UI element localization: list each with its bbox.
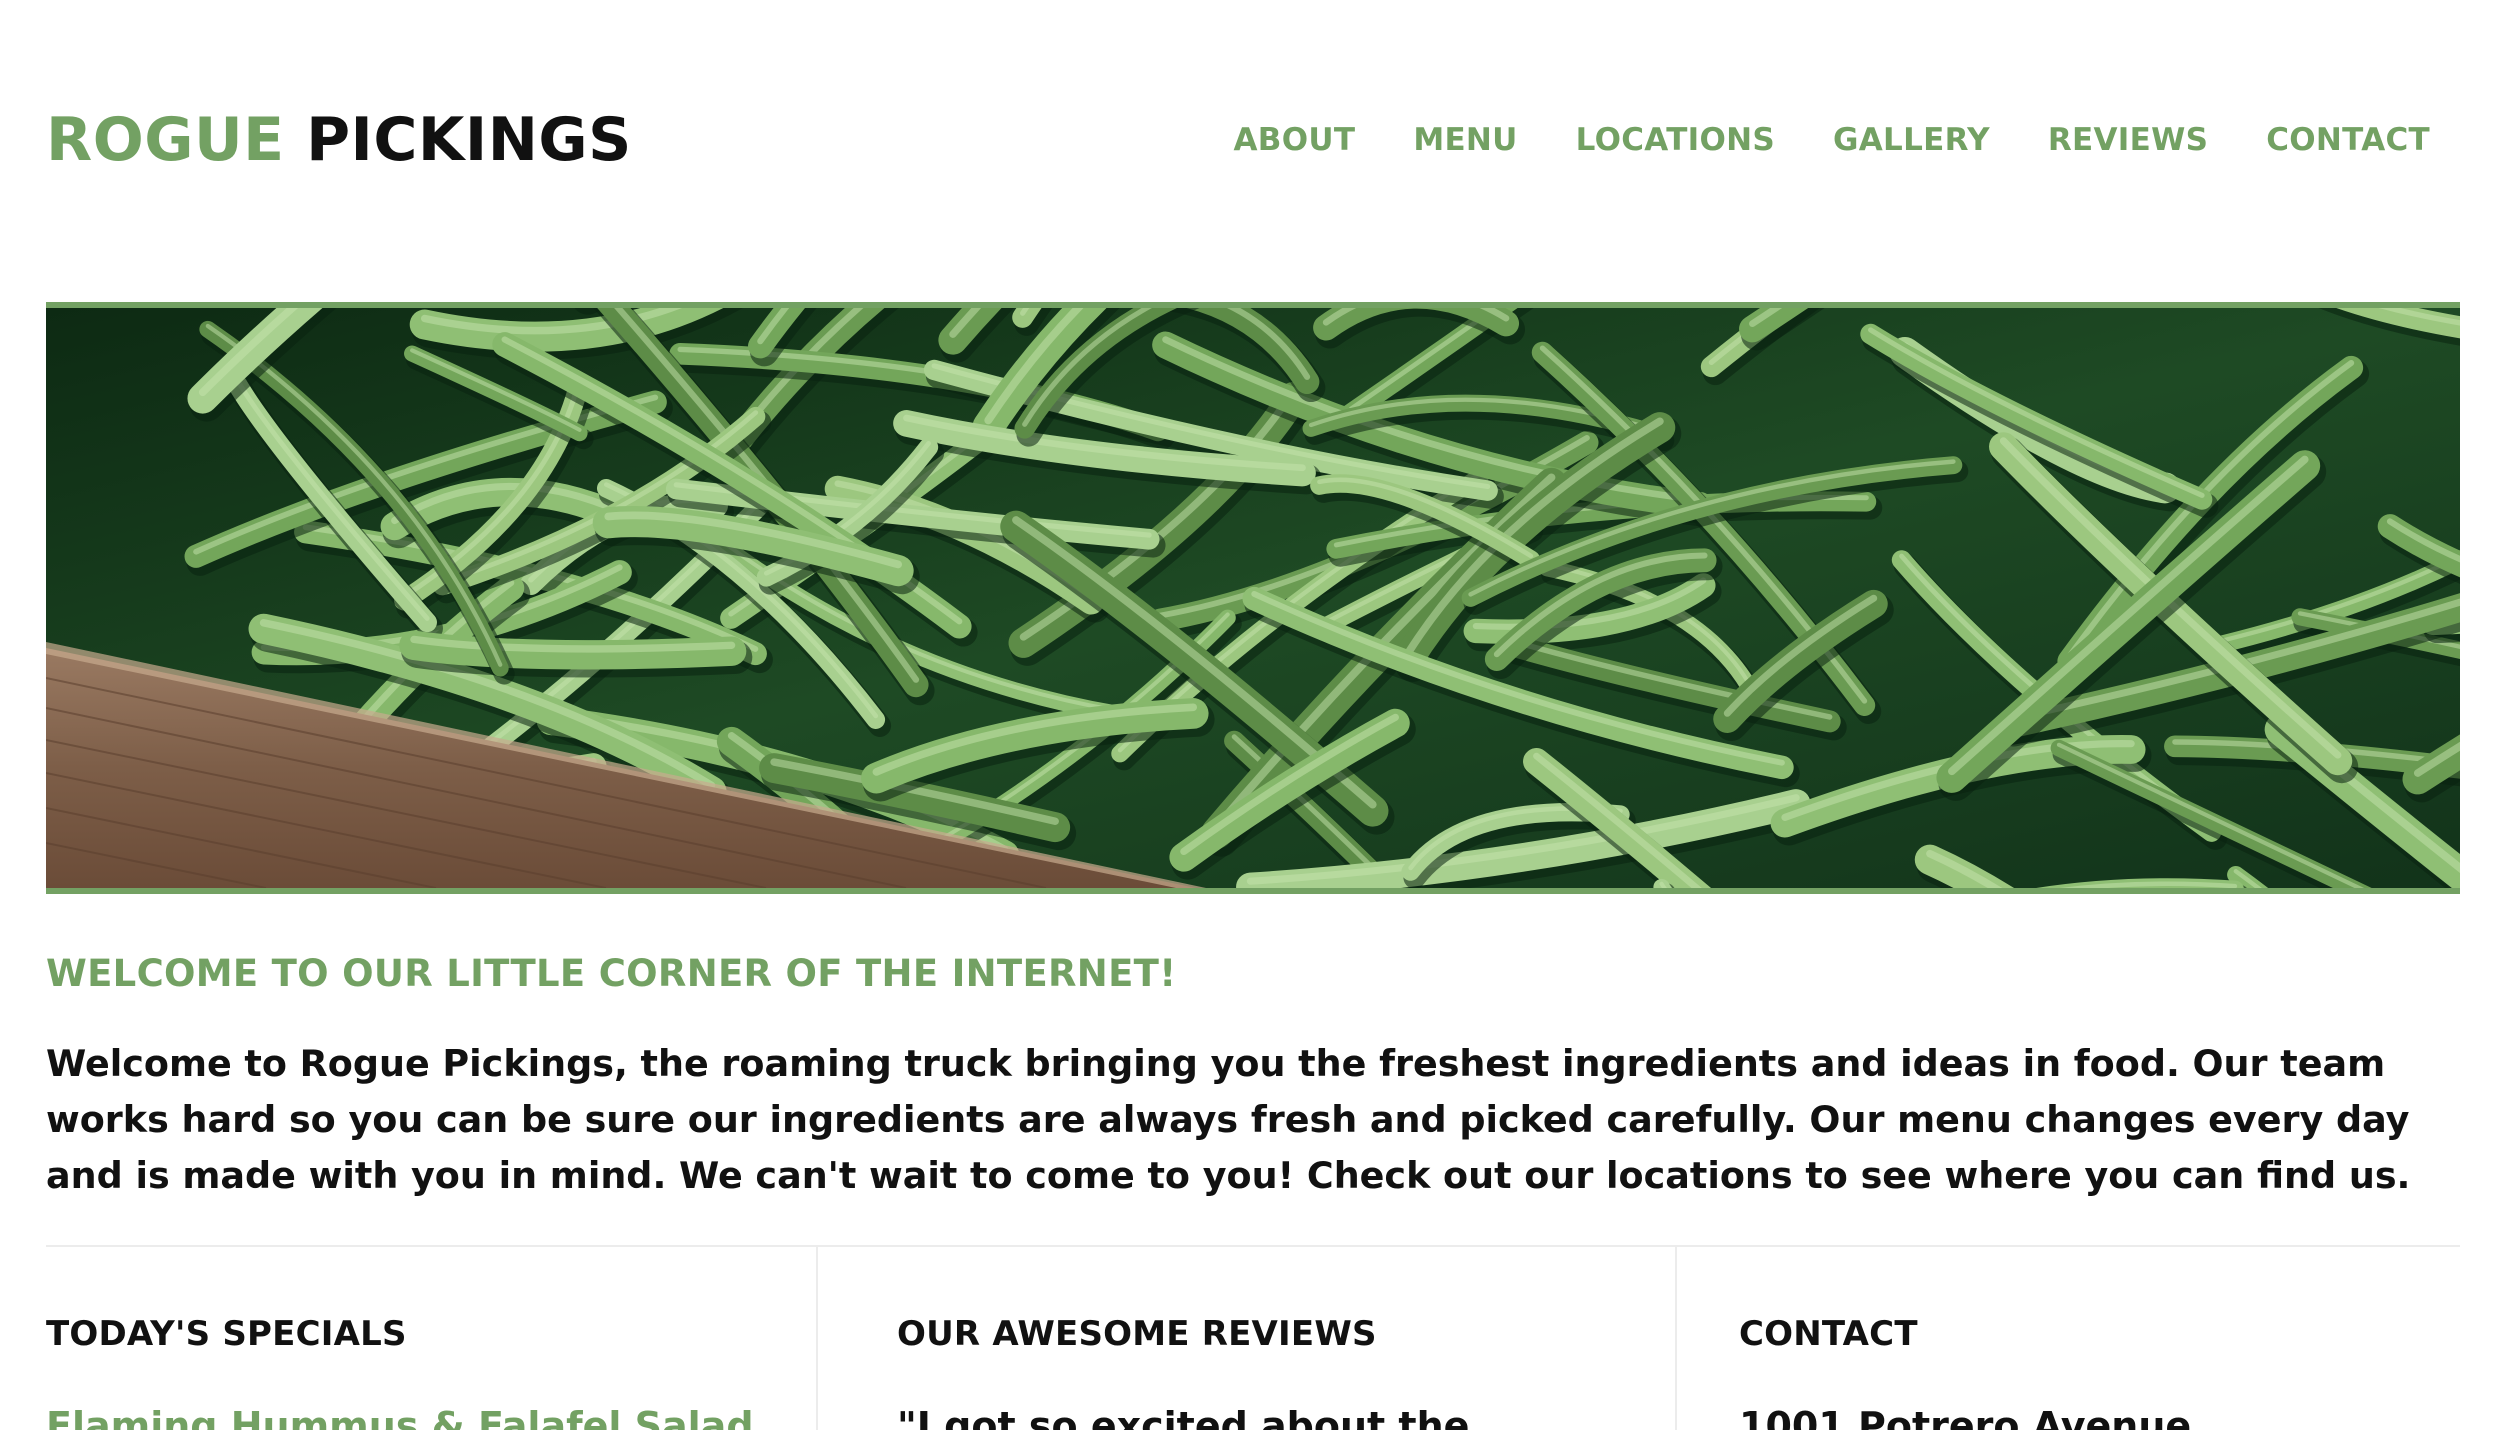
reviews-title: OUR AWESOME REVIEWS [897,1314,1377,1354]
site-header: ROGUE PICKINGS ABOUT MENU LOCATIONS GALL… [46,100,2448,180]
nav-link-reviews[interactable]: REVIEWS [2048,122,2208,158]
column-divider-1 [816,1247,818,1430]
nav-link-gallery[interactable]: GALLERY [1833,122,1990,158]
nav-link-menu[interactable]: MENU [1413,122,1517,158]
nav-link-about[interactable]: ABOUT [1234,122,1356,158]
contact-title: CONTACT [1739,1314,1918,1354]
hero-banner [46,302,2460,894]
green-beans-photo [46,308,2460,888]
specials-list: Flaming Hummus & Falafel Salad [46,1404,754,1430]
contact-address: 1001 Potrero Avenue [1739,1404,2192,1430]
section-divider [46,1245,2460,1247]
column-divider-2 [1675,1247,1677,1430]
nav-link-contact[interactable]: CONTACT [2266,122,2430,158]
site-logo[interactable]: ROGUE PICKINGS [46,110,632,170]
logo-word-pickings: PICKINGS [306,105,632,175]
page: ROGUE PICKINGS ABOUT MENU LOCATIONS GALL… [0,0,2494,1430]
main-nav: ABOUT MENU LOCATIONS GALLERY REVIEWS CON… [1234,122,2430,158]
logo-word-rogue: ROGUE [46,105,285,175]
special-item-link[interactable]: Flaming Hummus & Falafel Salad [46,1404,754,1430]
nav-link-locations[interactable]: LOCATIONS [1576,122,1775,158]
specials-title: TODAY'S SPECIALS [46,1314,407,1354]
welcome-heading: WELCOME TO OUR LITTLE CORNER OF THE INTE… [46,952,1177,995]
welcome-paragraph: Welcome to Rogue Pickings, the roaming t… [46,1042,2411,1197]
review-quote: "I got so excited about the [897,1404,1470,1430]
